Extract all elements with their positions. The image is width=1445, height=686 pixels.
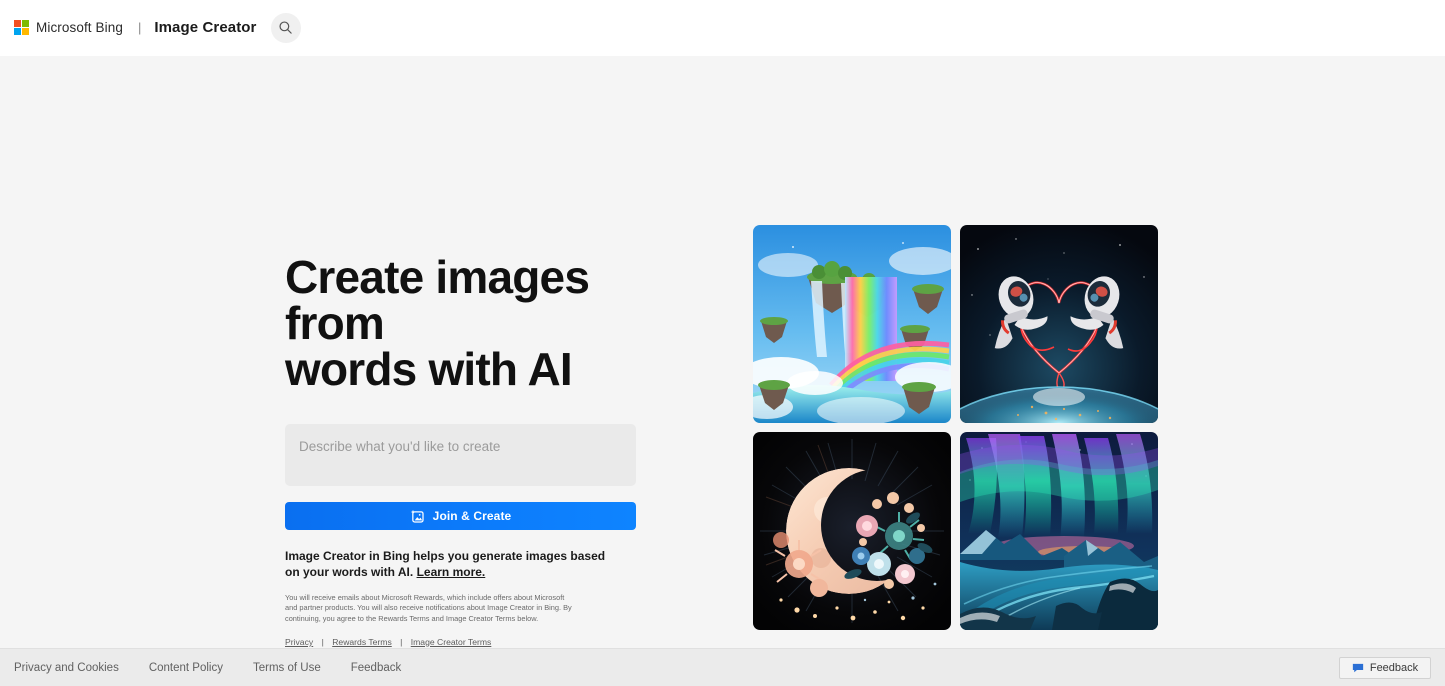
image-sparkle-icon — [410, 509, 424, 523]
hero-headline: Create images from words with AI — [285, 254, 637, 392]
search-button[interactable] — [270, 12, 301, 43]
microsoft-bing-logo[interactable]: Microsoft Bing — [14, 20, 123, 35]
gallery-tile-floral-crescent-moon[interactable] — [753, 432, 951, 630]
headline-line-1: Create images from — [285, 251, 590, 349]
gallery-tile-rainbow-waterfall[interactable] — [753, 225, 951, 423]
hero-description: Image Creator in Bing helps you generate… — [285, 549, 615, 581]
search-icon — [279, 21, 292, 34]
header-divider: | — [137, 20, 142, 35]
gallery-tile-aurora-landscape[interactable] — [960, 432, 1158, 630]
footer-link-content-policy[interactable]: Content Policy — [149, 662, 223, 674]
image-creator-page: Microsoft Bing | Image Creator Create im… — [0, 0, 1445, 686]
brand-name: Microsoft Bing — [36, 20, 123, 35]
sample-image-gallery — [753, 225, 1158, 630]
footer-link-feedback[interactable]: Feedback — [351, 662, 402, 674]
feedback-button-label: Feedback — [1369, 661, 1419, 674]
learn-more-link[interactable]: Learn more. — [417, 565, 486, 579]
headline-line-2: words with AI — [285, 343, 573, 395]
feedback-button[interactable]: Feedback — [1339, 656, 1431, 679]
microsoft-logo-icon — [14, 20, 29, 35]
page-title: Image Creator — [154, 19, 257, 36]
gallery-tile-astronauts-neon-heart[interactable] — [960, 225, 1158, 423]
legal-separator-1: | — [321, 636, 324, 647]
speech-bubble-icon — [1352, 663, 1363, 672]
privacy-link[interactable]: Privacy — [285, 637, 313, 647]
legal-separator-2: | — [400, 636, 403, 647]
rewards-fine-print: You will receive emails about Microsoft … — [285, 592, 572, 624]
prompt-input[interactable] — [285, 424, 636, 486]
footer-link-terms-of-use[interactable]: Terms of Use — [253, 662, 321, 674]
footer-link-privacy-and-cookies[interactable]: Privacy and Cookies — [14, 662, 119, 674]
legal-links-row: Privacy | Rewards Terms | Image Creator … — [285, 637, 637, 647]
image-creator-terms-link[interactable]: Image Creator Terms — [411, 637, 492, 647]
page-footer: Privacy and Cookies Content Policy Terms… — [0, 648, 1445, 686]
join-and-create-button[interactable]: Join & Create — [285, 502, 636, 530]
main-content: Create images from words with AI Join & … — [0, 56, 1445, 648]
hero-left-column: Create images from words with AI Join & … — [285, 207, 637, 647]
footer-links: Privacy and Cookies Content Policy Terms… — [14, 662, 401, 674]
rewards-terms-link[interactable]: Rewards Terms — [332, 637, 392, 647]
top-header: Microsoft Bing | Image Creator — [0, 0, 1445, 56]
join-and-create-label: Join & Create — [432, 509, 512, 523]
